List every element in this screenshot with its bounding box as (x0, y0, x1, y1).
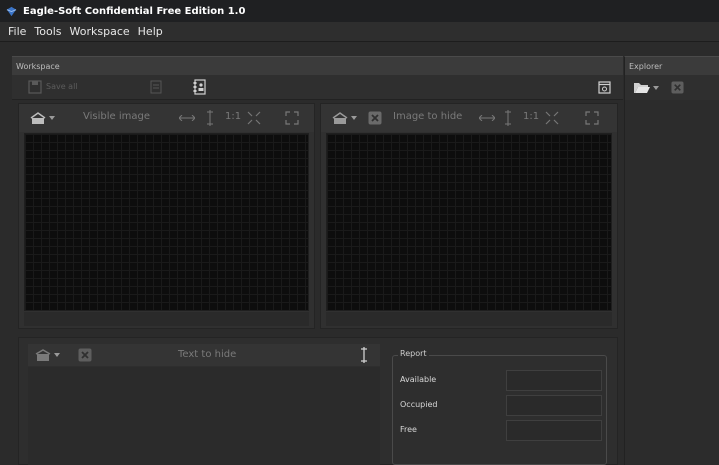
image-to-hide-canvas[interactable] (326, 133, 612, 311)
explorer-toolbar (624, 75, 719, 100)
fullscreen-icon[interactable] (585, 111, 599, 125)
text-to-hide-toolbar: Text to hide (28, 344, 380, 366)
menu-file[interactable]: File (4, 25, 30, 38)
report-free-label: Free (400, 425, 417, 434)
menu-tools[interactable]: Tools (30, 25, 65, 38)
actual-size-label[interactable]: 1:1 (523, 111, 539, 122)
chevron-down-icon[interactable] (351, 116, 357, 120)
visible-image-panel: Visible image 1:1 (18, 103, 315, 329)
chevron-down-icon[interactable] (653, 86, 659, 90)
clear-text-icon[interactable] (78, 348, 92, 362)
title-bar: Eagle-Soft Confidential Free Edition 1.0 (0, 0, 719, 22)
window-title: Eagle-Soft Confidential Free Edition 1.0 (23, 5, 246, 17)
fit-height-icon[interactable] (505, 110, 511, 126)
save-icon[interactable] (28, 80, 42, 94)
fit-height-icon[interactable] (207, 110, 213, 126)
close-icon[interactable] (671, 81, 684, 94)
menu-help[interactable]: Help (134, 25, 167, 38)
image-to-hide-panel: Image to hide 1:1 (320, 103, 618, 329)
visible-image-statusbar (24, 312, 309, 326)
text-to-hide-input[interactable] (28, 367, 380, 465)
fit-width-icon[interactable] (179, 115, 195, 121)
text-to-hide-label: Text to hide (178, 349, 237, 360)
document-icon[interactable] (150, 80, 162, 94)
save-all-label: Save all (46, 82, 78, 91)
report-available-value (506, 370, 602, 391)
chevron-down-icon[interactable] (49, 116, 55, 120)
folder-open-icon[interactable] (633, 81, 651, 94)
app-logo-icon (6, 6, 17, 16)
report-free-value (506, 420, 602, 441)
image-to-hide-label: Image to hide (393, 111, 463, 122)
menu-workspace[interactable]: Workspace (66, 25, 134, 38)
report-title: Report (398, 349, 429, 358)
report-occupied-value (506, 395, 602, 416)
open-text-icon[interactable] (34, 348, 52, 362)
open-image-icon[interactable] (29, 111, 47, 125)
report-available-label: Available (400, 375, 437, 384)
fit-width-icon[interactable] (479, 115, 495, 121)
open-image-icon[interactable] (331, 111, 349, 125)
clear-image-icon[interactable] (368, 111, 382, 125)
workspace-header: Workspace (12, 56, 623, 75)
image-to-hide-statusbar (326, 312, 612, 326)
workspace-toolbar (12, 75, 623, 100)
visible-image-label: Visible image (83, 111, 150, 122)
explorer-tree[interactable] (624, 100, 719, 465)
shrink-icon[interactable] (545, 111, 559, 125)
window-icon[interactable] (598, 81, 611, 94)
explorer-header: Explorer (624, 56, 719, 75)
menu-bar: File Tools Workspace Help (0, 22, 719, 42)
address-book-icon[interactable] (193, 79, 207, 95)
visible-image-canvas[interactable] (24, 133, 309, 311)
actual-size-label[interactable]: 1:1 (225, 111, 241, 122)
chevron-down-icon[interactable] (54, 353, 60, 357)
visible-image-toolbar: Visible image 1:1 (19, 104, 314, 132)
fullscreen-icon[interactable] (285, 111, 299, 125)
report-occupied-label: Occupied (400, 400, 438, 409)
shrink-icon[interactable] (247, 111, 261, 125)
resize-height-icon[interactable] (361, 347, 367, 363)
image-to-hide-toolbar: Image to hide 1:1 (321, 104, 617, 132)
